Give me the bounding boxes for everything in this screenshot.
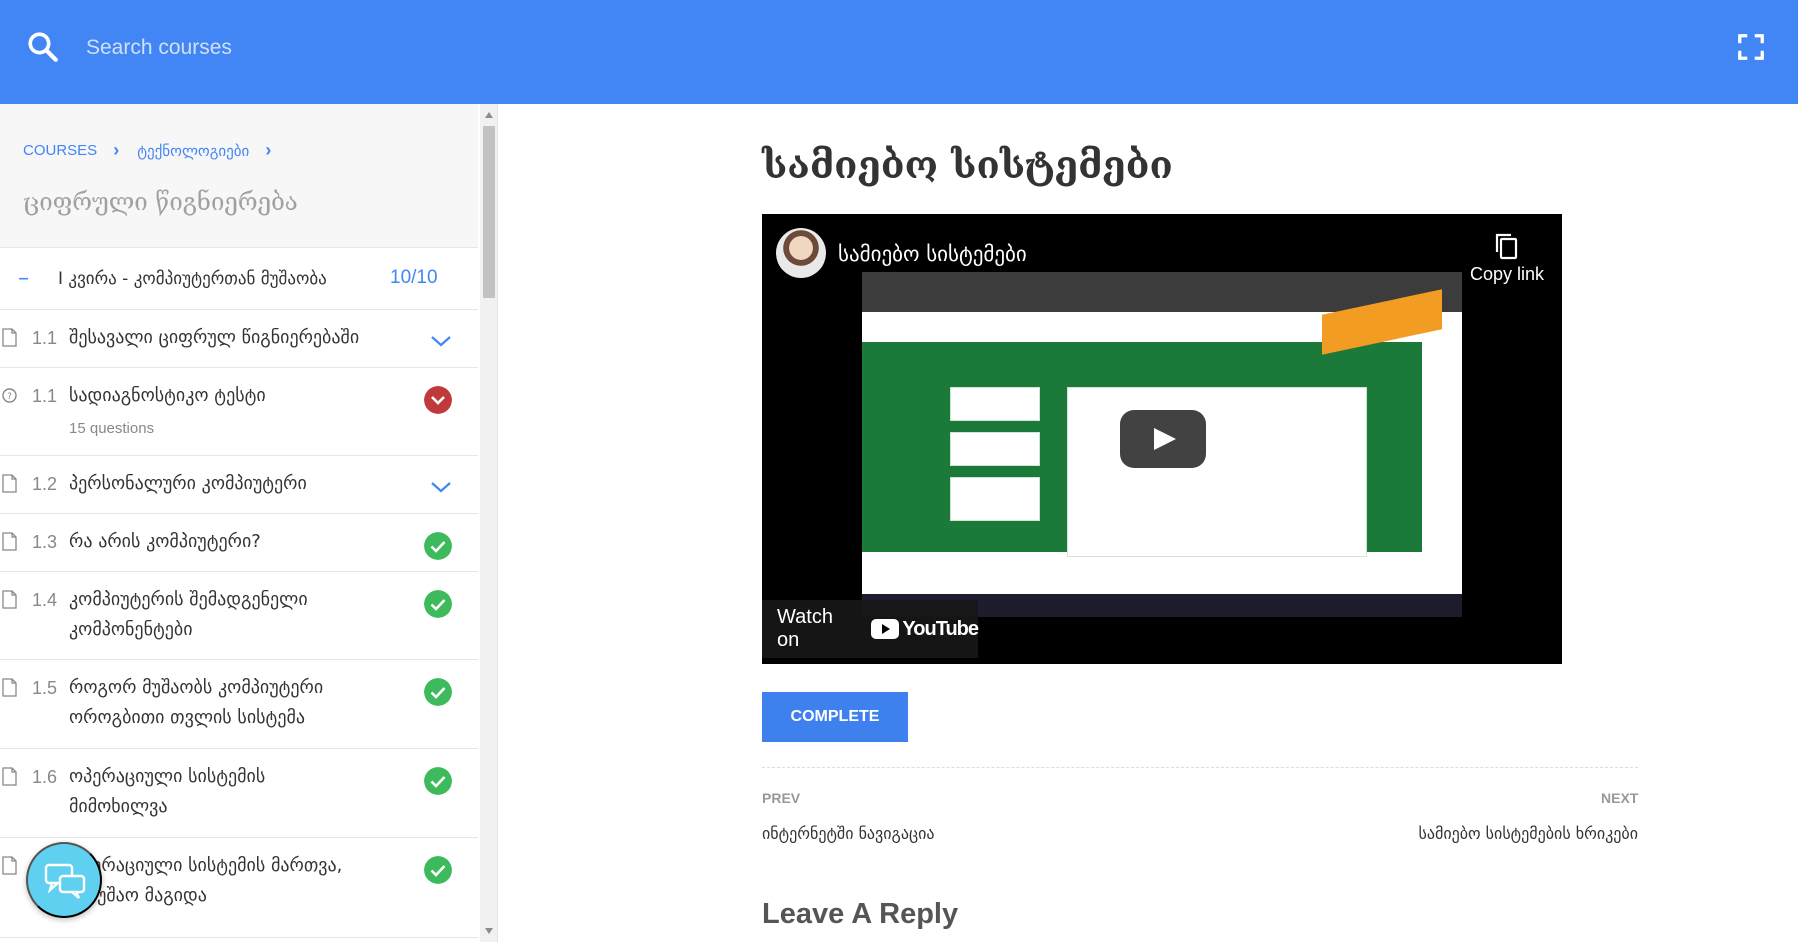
lesson-item[interactable]: 1.4 კომპიუტერის შემადგენელი კომპონენტები — [0, 572, 478, 660]
prev-lesson-link[interactable]: ინტერნეტში ნავიგაცია — [762, 824, 935, 843]
lesson-title[interactable]: კომპიუტერის შემადგენელი კომპონენტები — [69, 585, 369, 645]
lesson-title: სამიებო სისტემები — [762, 142, 1173, 187]
prev-label: PREV — [762, 790, 801, 806]
chevron-down-icon[interactable] — [430, 334, 452, 348]
document-icon — [2, 856, 17, 875]
section-title: I კვირა - კომპიუტერთან მუშაობა — [58, 269, 327, 289]
document-icon — [2, 474, 17, 493]
watch-on-label: Watch on — [777, 606, 833, 651]
lesson-title[interactable]: ოპერაციული სისტემის მართვა, სამუშაო მაგი… — [69, 851, 369, 911]
document-icon — [2, 328, 17, 347]
document-icon — [2, 678, 17, 697]
chat-bubbles-icon — [44, 863, 86, 899]
lesson-title[interactable]: სადიაგნოსტიკო ტესტი — [69, 381, 369, 411]
next-label: NEXT — [1601, 790, 1639, 806]
chevron-down-icon[interactable] — [430, 480, 452, 494]
svg-text:?: ? — [7, 392, 12, 402]
document-icon — [2, 532, 17, 551]
breadcrumb: COURSES › ტექნოლოგიები › — [23, 140, 289, 161]
play-button-icon[interactable] — [1120, 410, 1206, 468]
sidebar-scrollbar[interactable] — [480, 104, 497, 942]
watch-on-youtube-button[interactable]: Watch on YouTube — [762, 600, 979, 658]
lesson-number: 1.6 — [32, 767, 58, 787]
top-bar — [0, 0, 1798, 104]
lesson-title[interactable]: ოპერაციული სისტემის მიმოხილვა — [69, 762, 369, 822]
fullscreen-icon[interactable] — [1736, 32, 1766, 62]
leave-reply-heading: Leave A Reply — [762, 898, 959, 930]
scrollbar-thumb[interactable] — [483, 126, 495, 298]
youtube-wordmark: YouTube — [902, 617, 979, 640]
course-title: ციფრული წიგნიერება — [23, 188, 298, 216]
chat-button[interactable] — [26, 842, 102, 918]
lesson-number: 1.1 — [32, 386, 58, 406]
chevron-right-icon: › — [113, 140, 120, 160]
completed-check-icon — [424, 856, 452, 884]
lesson-title[interactable]: პერსონალური კომპიუტერი — [69, 469, 369, 499]
sidebar-header: COURSES › ტექნოლოგიები › ციფრული წიგნიერ… — [0, 104, 478, 248]
course-curriculum-sidebar: COURSES › ტექნოლოგიები › ციფრული წიგნიერ… — [0, 104, 498, 942]
collapse-toggle-icon[interactable]: – — [18, 266, 29, 291]
scroll-down-arrow-icon[interactable] — [485, 928, 493, 934]
lesson-number: 1.4 — [32, 590, 58, 610]
lesson-title[interactable]: შესავალი ციფრულ წიგნიერებაში — [69, 323, 369, 353]
document-icon — [2, 767, 17, 786]
lesson-item[interactable]: 1.5 როგორ მუშაობს კომპიუტერი ოროგბითი თვლ… — [0, 660, 478, 749]
lesson-item[interactable]: ? 1.1 სადიაგნოსტიკო ტესტი 15 questions — [0, 368, 478, 456]
lesson-title[interactable]: როგორ მუშაობს კომპიუტერი ოროგბითი თვლის … — [69, 673, 369, 733]
completed-check-icon — [424, 767, 452, 795]
search-input[interactable] — [86, 30, 786, 66]
divider — [762, 767, 1638, 768]
section-progress-count: 10/10 — [390, 267, 438, 288]
breadcrumb-category-link[interactable]: ტექნოლოგიები — [137, 142, 249, 160]
breadcrumb-courses-link[interactable]: COURSES — [23, 142, 97, 159]
completed-check-icon — [424, 678, 452, 706]
lesson-number: 1.2 — [32, 474, 58, 494]
lesson-number: 1.3 — [32, 532, 58, 552]
document-icon — [2, 590, 17, 609]
scroll-up-arrow-icon[interactable] — [485, 112, 493, 118]
lesson-item[interactable]: 1.3 რა არის კომპიუტერი? — [0, 514, 478, 572]
youtube-play-icon — [871, 619, 900, 639]
lesson-question-count: 15 questions — [69, 420, 155, 437]
copy-link-label: Copy link — [1469, 264, 1545, 284]
lesson-title[interactable]: რა არის კომპიუტერი? — [69, 527, 369, 557]
youtube-video-player[interactable]: სამიებო სისტემები Copy link Watch on You… — [762, 214, 1562, 664]
lesson-item[interactable]: 1.1 შესავალი ციფრულ წიგნიერებაში — [0, 310, 478, 368]
chevron-right-icon: › — [265, 140, 272, 160]
search-icon[interactable] — [26, 30, 60, 64]
youtube-logo: YouTube — [871, 617, 979, 641]
video-title[interactable]: სამიებო სისტემები — [838, 242, 1027, 266]
next-lesson-link[interactable]: სამიებო სისტემების ხრიკები — [1418, 824, 1638, 843]
complete-button[interactable]: COMPLETE — [762, 692, 908, 742]
copy-link-button[interactable]: Copy link — [1464, 232, 1550, 285]
failed-status-icon — [424, 386, 452, 414]
copy-icon — [1495, 233, 1518, 260]
completed-check-icon — [424, 590, 452, 618]
quiz-icon: ? — [2, 388, 17, 403]
curriculum-section[interactable]: – I კვირა - კომპიუტერთან მუშაობა 10/10 — [0, 248, 478, 310]
lesson-item[interactable]: 1.6 ოპერაციული სისტემის მიმოხილვა — [0, 749, 478, 838]
lesson-number: 1.5 — [32, 678, 58, 698]
channel-avatar[interactable] — [776, 228, 826, 278]
lesson-number: 1.1 — [32, 328, 58, 348]
completed-check-icon — [424, 532, 452, 560]
lesson-item[interactable]: 1.2 პერსონალური კომპიუტერი — [0, 456, 478, 514]
